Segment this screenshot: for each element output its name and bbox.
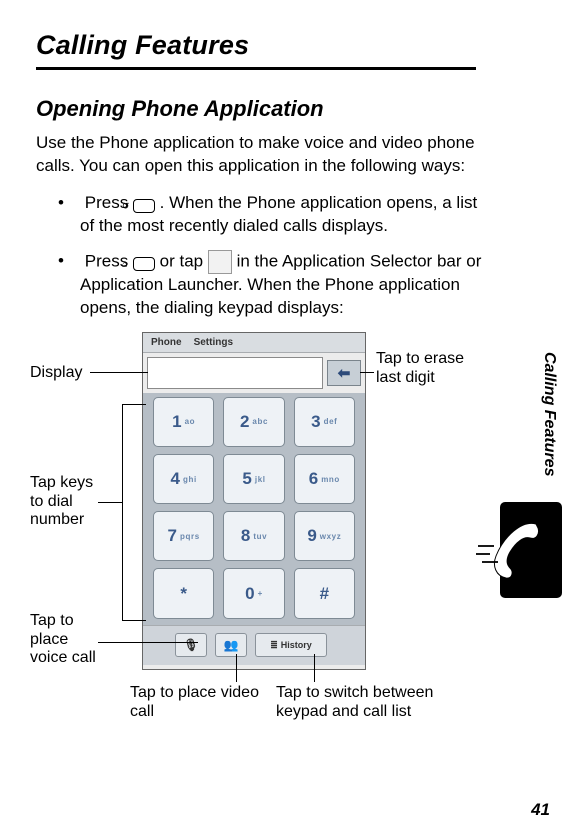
key-4-num: 4	[171, 469, 180, 489]
key-9-sub: wxyz	[320, 532, 342, 541]
page-title: Calling Features	[36, 30, 546, 61]
lead-keys-h1	[122, 404, 146, 405]
key-4[interactable]: 4ghi	[153, 454, 214, 504]
softkey-row: 🎙 👥 ≣ History	[143, 625, 365, 665]
lead-video	[236, 654, 237, 682]
voice-call-button[interactable]: 🎙	[175, 633, 207, 657]
key-2-sub: abc	[252, 417, 268, 426]
key-0-sub: +	[258, 589, 263, 598]
key-hash[interactable]: #	[294, 568, 355, 618]
key-7-num: 7	[168, 526, 177, 546]
callout-video: Tap to place video call	[130, 684, 270, 722]
key-6-sub: mno	[321, 475, 340, 484]
lead-voice	[98, 642, 198, 643]
video-call-button[interactable]: 👥	[215, 633, 247, 657]
bullet2-text-b: or tap	[160, 251, 208, 270]
key-2[interactable]: 2abc	[223, 397, 284, 447]
mic-icon: 🎙	[183, 638, 198, 652]
lead-history	[314, 654, 315, 682]
callout-display: Display	[30, 364, 82, 383]
callout-erase: Tap to erase last digit	[376, 350, 466, 388]
phone-screenshot: Phone Settings ⬅ 1 ao 2abc 3 def 4ghi 5 jkl…	[142, 332, 366, 670]
key-4-sub: ghi	[183, 475, 197, 484]
dialed-number-display[interactable]	[147, 357, 323, 389]
callout-voice: Tap to place voice call	[30, 612, 110, 669]
phone-menubar: Phone Settings	[143, 333, 365, 353]
backspace-icon: ⬅	[338, 364, 351, 382]
key-1-sub: ao	[185, 417, 196, 426]
history-label: History	[281, 640, 312, 650]
key-5[interactable]: 5 jkl	[223, 454, 284, 504]
key-3-sub: def	[324, 417, 338, 426]
key-8-sub: tuv	[253, 532, 267, 541]
key-9[interactable]: 9 wxyz	[294, 511, 355, 561]
intro-paragraph: Use the Phone application to make voice …	[36, 132, 488, 178]
key-hash-num: #	[320, 584, 329, 604]
key-1-num: 1	[172, 412, 181, 432]
key-8[interactable]: 8tuv	[223, 511, 284, 561]
side-tab-label: Calling Features	[540, 352, 558, 476]
title-rule	[36, 67, 476, 70]
key-1[interactable]: 1 ao	[153, 397, 214, 447]
key-7-sub: pqrs	[180, 532, 200, 541]
list-icon: ≣	[270, 640, 278, 651]
bullet-2: Press ⌂ or tap in the Application Select…	[36, 250, 488, 320]
keypad-diagram: Phone Settings ⬅ 1 ao 2abc 3 def 4ghi 5 jkl…	[36, 332, 488, 742]
section-heading: Opening Phone Application	[36, 96, 546, 122]
home-key-icon: ⌂	[133, 257, 155, 271]
lead-display	[90, 372, 148, 373]
handset-illustration	[500, 502, 562, 598]
history-button[interactable]: ≣ History	[255, 633, 327, 657]
callout-history: Tap to switch between keypad and call li…	[276, 684, 446, 722]
bullet-1: Press ↺ . When the Phone application ope…	[36, 192, 488, 238]
key-6-num: 6	[309, 469, 318, 489]
lead-keys-h3	[98, 502, 122, 503]
key-star-num: *	[180, 584, 187, 604]
key-8-num: 8	[241, 526, 250, 546]
key-6[interactable]: 6mno	[294, 454, 355, 504]
video-icon: 👥	[224, 638, 239, 652]
key-5-num: 5	[242, 469, 251, 489]
send-key-icon: ↺	[133, 199, 155, 213]
key-3-num: 3	[311, 412, 320, 432]
key-5-sub: jkl	[255, 475, 266, 484]
page-number: 41	[531, 800, 550, 820]
phone-app-icon	[208, 250, 232, 274]
erase-button[interactable]: ⬅	[327, 360, 361, 386]
key-9-num: 9	[307, 526, 316, 546]
dial-keypad: 1ao 2abc 3def 4ghi 5jkl 6mno 7pqrs 8tuv …	[143, 393, 365, 625]
key-0-num: 0	[245, 584, 254, 604]
key-7[interactable]: 7pqrs	[153, 511, 214, 561]
lead-erase	[360, 372, 374, 373]
key-0[interactable]: 0+	[223, 568, 284, 618]
lead-keys-h2	[122, 620, 146, 621]
lead-keys-v	[122, 404, 123, 620]
key-3[interactable]: 3 def	[294, 397, 355, 447]
key-star[interactable]: *	[153, 568, 214, 618]
menu-phone[interactable]: Phone	[151, 337, 182, 348]
menu-settings[interactable]: Settings	[194, 337, 233, 348]
key-2-num: 2	[240, 412, 249, 432]
